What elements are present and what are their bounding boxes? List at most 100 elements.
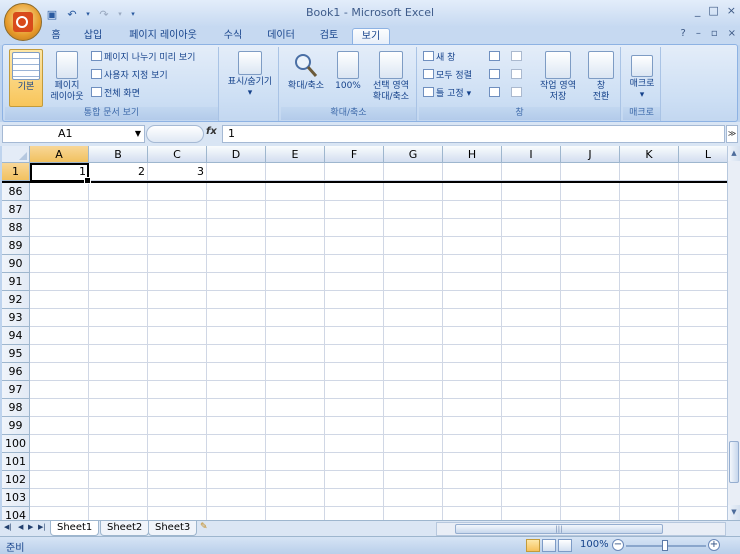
row-header-97[interactable]: 97 bbox=[2, 381, 30, 399]
sheet-tab-3[interactable]: Sheet3 bbox=[148, 521, 198, 536]
row-header-96[interactable]: 96 bbox=[2, 363, 30, 381]
row-header-92[interactable]: 92 bbox=[2, 291, 30, 309]
worksheet-grid[interactable]: ABCDEFGHIJKL 1 86 87 88 89 90 91 92 93 94 95 96 97 98… bbox=[2, 146, 727, 520]
page-layout-view-button[interactable]: 페이지 레이아웃 bbox=[47, 49, 87, 107]
active-cell-selection[interactable] bbox=[30, 163, 91, 184]
row-header-1[interactable]: 1 bbox=[2, 163, 30, 181]
row-header-104[interactable]: 104 bbox=[2, 507, 30, 520]
zoom-level[interactable]: 100% bbox=[580, 539, 609, 550]
custom-views-button[interactable]: 사용자 지정 보기 bbox=[91, 69, 168, 84]
row-header-90[interactable]: 90 bbox=[2, 255, 30, 273]
row-header-93[interactable]: 93 bbox=[2, 309, 30, 327]
row-header-86[interactable]: 86 bbox=[2, 183, 30, 201]
tab-view[interactable]: 보기 bbox=[352, 28, 390, 45]
workbook-close-button[interactable]: × bbox=[728, 28, 736, 39]
row-header-99[interactable]: 99 bbox=[2, 417, 30, 435]
insert-function-icon[interactable]: fx bbox=[206, 126, 217, 137]
hide-window-button[interactable] bbox=[489, 69, 502, 84]
office-button[interactable] bbox=[4, 3, 42, 41]
row-header-102[interactable]: 102 bbox=[2, 471, 30, 489]
name-box[interactable]: A1 ▼ bbox=[2, 125, 145, 143]
column-header-d[interactable]: D bbox=[207, 146, 266, 163]
split-button[interactable] bbox=[489, 51, 502, 66]
workbook-restore-button[interactable]: ▫ bbox=[711, 28, 718, 39]
sync-scrolling-button[interactable] bbox=[511, 69, 524, 84]
scroll-up-icon[interactable]: ▲ bbox=[728, 146, 740, 161]
tab-review[interactable]: 검토 bbox=[314, 28, 344, 45]
column-header-l[interactable]: L bbox=[679, 146, 727, 163]
column-header-e[interactable]: E bbox=[266, 146, 325, 163]
row-header-88[interactable]: 88 bbox=[2, 219, 30, 237]
column-header-i[interactable]: I bbox=[502, 146, 561, 163]
page-break-status-icon[interactable] bbox=[558, 539, 572, 552]
full-screen-button[interactable]: 전체 화면 bbox=[91, 87, 140, 102]
last-sheet-icon[interactable]: ▶| bbox=[38, 523, 46, 531]
select-all-button[interactable] bbox=[2, 146, 30, 163]
prev-sheet-icon[interactable]: ◀ bbox=[18, 523, 23, 531]
macros-button[interactable]: 매크로 ▾ bbox=[625, 49, 659, 101]
horizontal-scroll-thumb[interactable]: ||| bbox=[455, 524, 663, 534]
row-header-95[interactable]: 95 bbox=[2, 345, 30, 363]
zoom-in-icon[interactable]: + bbox=[708, 539, 720, 551]
tab-insert[interactable]: 삽입 bbox=[78, 28, 108, 45]
column-header-b[interactable]: B bbox=[89, 146, 148, 163]
zoom-100-button[interactable]: 100% bbox=[331, 49, 365, 92]
expand-formula-bar-icon[interactable]: ≫ bbox=[726, 125, 738, 143]
column-header-k[interactable]: K bbox=[620, 146, 679, 163]
row-header-100[interactable]: 100 bbox=[2, 435, 30, 453]
tab-page-layout[interactable]: 페이지 레이아웃 bbox=[122, 28, 204, 45]
row-header-98[interactable]: 98 bbox=[2, 399, 30, 417]
first-sheet-icon[interactable]: ◀| bbox=[4, 523, 12, 531]
sheet-tab-2[interactable]: Sheet2 bbox=[100, 521, 150, 536]
column-header-a[interactable]: A bbox=[30, 146, 89, 163]
cell-b1[interactable]: 2 bbox=[89, 163, 147, 181]
workbook-minimize-button[interactable]: – bbox=[696, 28, 701, 39]
column-header-h[interactable]: H bbox=[443, 146, 502, 163]
name-box-dropdown-icon[interactable]: ▼ bbox=[135, 126, 141, 142]
page-break-preview-button[interactable]: 페이지 나누기 미리 보기 bbox=[91, 51, 195, 66]
sheet-tab-1[interactable]: Sheet1 bbox=[50, 521, 100, 536]
freeze-panes-button[interactable]: 틀 고정 ▾ bbox=[423, 87, 471, 102]
vertical-scrollbar[interactable]: ▲ ▼ bbox=[727, 146, 740, 520]
horizontal-scrollbar[interactable]: ||| bbox=[436, 522, 726, 536]
row-header-89[interactable]: 89 bbox=[2, 237, 30, 255]
switch-windows-button[interactable]: 창 전환 bbox=[583, 49, 619, 103]
zoom-button[interactable]: 확대/축소 bbox=[283, 49, 329, 92]
formula-input[interactable]: 1 bbox=[222, 125, 725, 143]
column-header-g[interactable]: G bbox=[384, 146, 443, 163]
view-side-by-side-button[interactable] bbox=[511, 51, 524, 66]
formula-control-capsule[interactable] bbox=[146, 125, 204, 143]
zoom-to-selection-button[interactable]: 선택 영역 확대/축소 bbox=[367, 49, 415, 103]
column-header-c[interactable]: C bbox=[148, 146, 207, 163]
insert-sheet-icon[interactable]: ✎ bbox=[200, 522, 216, 535]
close-button[interactable]: × bbox=[727, 4, 736, 17]
vertical-scroll-thumb[interactable] bbox=[729, 441, 739, 483]
normal-view-status-icon[interactable] bbox=[526, 539, 540, 552]
maximize-button[interactable]: □ bbox=[708, 4, 718, 17]
minimize-button[interactable]: _ bbox=[695, 4, 701, 17]
zoom-slider-thumb[interactable] bbox=[662, 540, 668, 551]
scroll-down-icon[interactable]: ▼ bbox=[728, 505, 740, 520]
row-header-91[interactable]: 91 bbox=[2, 273, 30, 291]
zoom-out-icon[interactable]: − bbox=[612, 539, 624, 551]
save-workspace-button[interactable]: 작업 영역 저장 bbox=[533, 49, 583, 103]
row-header-87[interactable]: 87 bbox=[2, 201, 30, 219]
column-header-f[interactable]: F bbox=[325, 146, 384, 163]
tab-formulas[interactable]: 수식 bbox=[218, 28, 248, 45]
normal-view-button[interactable]: 기본 bbox=[9, 49, 43, 107]
cell-c1[interactable]: 3 bbox=[148, 163, 206, 181]
reset-window-position-button[interactable] bbox=[511, 87, 524, 102]
row-header-103[interactable]: 103 bbox=[2, 489, 30, 507]
show-hide-button[interactable]: 표시/숨기기 ▾ bbox=[225, 49, 275, 99]
next-sheet-icon[interactable]: ▶ bbox=[28, 523, 33, 531]
column-header-j[interactable]: J bbox=[561, 146, 620, 163]
tab-home[interactable]: 홈 bbox=[44, 28, 68, 45]
help-icon[interactable]: ? bbox=[681, 28, 686, 39]
page-layout-status-icon[interactable] bbox=[542, 539, 556, 552]
unhide-window-button[interactable] bbox=[489, 87, 502, 102]
row-header-101[interactable]: 101 bbox=[2, 453, 30, 471]
tab-data[interactable]: 데이터 bbox=[262, 28, 300, 45]
new-window-button[interactable]: 새 창 bbox=[423, 51, 455, 66]
arrange-all-button[interactable]: 모두 정렬 bbox=[423, 69, 472, 84]
row-header-94[interactable]: 94 bbox=[2, 327, 30, 345]
